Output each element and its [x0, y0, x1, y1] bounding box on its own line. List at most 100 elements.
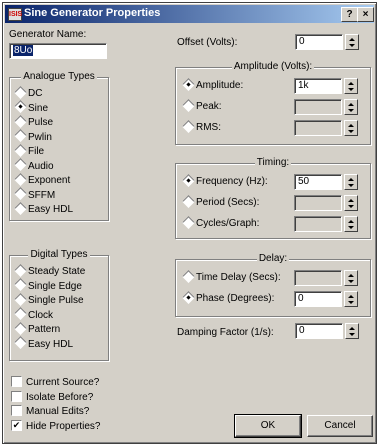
radio-label: Sine — [28, 102, 49, 114]
radio-indicator — [14, 307, 27, 321]
analogue-radio-file[interactable]: File — [14, 143, 45, 158]
amplitude-input-peak[interactable] — [294, 99, 342, 115]
radio-indicator — [14, 278, 27, 292]
amplitude-group: Amplitude (Volts): Amplitude: 1k Peak: RMS: — [175, 61, 371, 145]
timing-input-cycles-graph[interactable] — [294, 216, 342, 232]
amplitude-input-amplitude[interactable]: 1k — [294, 78, 342, 94]
timing-input-frequency-hz[interactable]: 50 — [294, 174, 342, 190]
option-checkbox-isolate-before[interactable]: Isolate Before? — [11, 390, 94, 404]
delay-input-time-delay-secs[interactable] — [294, 270, 342, 286]
amplitude-group-title: Amplitude (Volts): — [231, 61, 315, 72]
damping-label: Damping Factor (1/s): — [177, 327, 274, 338]
timing-radio-cycles-graph[interactable]: Cycles/Graph: — [182, 215, 259, 230]
help-button[interactable]: ? — [341, 7, 358, 22]
digital-types-group: Digital Types Steady State Single Edge Sin… — [9, 249, 109, 361]
amplitude-radio-rms[interactable]: RMS: — [182, 119, 221, 134]
radio-label: Audio — [28, 160, 54, 172]
generator-name-input[interactable]: 8Uo — [9, 43, 107, 59]
radio-indicator — [14, 100, 27, 114]
damping-input[interactable]: 0 — [295, 323, 343, 339]
checkbox-box — [11, 376, 22, 387]
radio-label: RMS: — [196, 122, 221, 133]
cancel-button[interactable]: Cancel — [307, 415, 373, 437]
option-checkbox-manual-edits[interactable]: Manual Edits? — [11, 405, 90, 418]
radio-label: DC — [28, 88, 43, 99]
digital-types-title: Digital Types — [28, 249, 90, 260]
analogue-radio-dc[interactable]: DC — [14, 85, 43, 100]
digital-radio-single-edge[interactable]: Single Edge — [14, 278, 82, 293]
radio-label: File — [28, 146, 45, 157]
analogue-radio-pulse[interactable]: Pulse — [14, 114, 53, 129]
radio-indicator — [182, 290, 195, 304]
option-checkbox-hide-properties[interactable]: ✔ Hide Properties? — [11, 419, 100, 433]
timing-spin-button-period-secs[interactable] — [344, 195, 358, 211]
radio-indicator — [14, 129, 27, 143]
digital-radio-easy-hdl[interactable]: Easy HDL — [14, 336, 73, 351]
timing-radio-frequency-hz[interactable]: Frequency (Hz): — [182, 173, 268, 188]
digital-radio-pattern[interactable]: Pattern — [14, 321, 61, 336]
analogue-radio-sffm[interactable]: SFFM — [14, 187, 55, 202]
offset-spin-button[interactable] — [345, 34, 359, 50]
delay-group-title: Delay: — [256, 253, 290, 264]
checkbox-label: Current Source? — [26, 377, 100, 389]
radio-label: Pattern — [28, 324, 61, 335]
radio-indicator — [182, 98, 195, 112]
close-button[interactable]: × — [357, 7, 374, 22]
delay-spin-button-phase-degrees[interactable] — [344, 291, 358, 307]
radio-label: Time Delay (Secs): — [196, 272, 281, 283]
radio-indicator — [14, 158, 27, 172]
checkbox-box — [11, 405, 22, 416]
radio-label: Exponent — [28, 175, 71, 186]
analogue-types-title: Analogue Types — [21, 71, 97, 82]
radio-indicator — [182, 269, 195, 283]
delay-spin-button-time-delay-secs[interactable] — [344, 270, 358, 286]
radio-label: Period (Secs): — [196, 197, 260, 208]
checkbox-label: Manual Edits? — [26, 406, 90, 418]
damping-spin-button[interactable] — [345, 323, 359, 339]
analogue-radio-pwlin[interactable]: Pwlin — [14, 129, 52, 144]
radio-indicator — [182, 77, 195, 91]
ok-button[interactable]: OK — [234, 414, 302, 438]
delay-input-phase-degrees[interactable]: 0 — [294, 291, 342, 307]
checkbox-box: ✔ — [11, 419, 22, 431]
title-bar[interactable]: ISIS Sine Generator Properties ? × — [5, 5, 374, 23]
radio-indicator — [14, 143, 27, 157]
analogue-radio-easy-hdl[interactable]: Easy HDL — [14, 201, 73, 216]
amplitude-input-rms[interactable] — [294, 120, 342, 136]
amplitude-spin-button-amplitude[interactable] — [344, 78, 358, 94]
amplitude-radio-peak[interactable]: Peak: — [182, 98, 222, 113]
analogue-radio-audio[interactable]: Audio — [14, 158, 54, 173]
timing-input-period-secs[interactable] — [294, 195, 342, 211]
app-icon: ISIS — [8, 8, 22, 21]
analogue-radio-sine[interactable]: Sine — [14, 100, 49, 115]
radio-label: Phase (Degrees): — [196, 293, 275, 304]
digital-radio-clock[interactable]: Clock — [14, 307, 53, 322]
timing-group-title: Timing: — [254, 157, 292, 168]
radio-label: Single Pulse — [28, 295, 84, 306]
option-checkbox-current-source[interactable]: Current Source? — [11, 376, 100, 389]
delay-radio-phase-degrees[interactable]: Phase (Degrees): — [182, 290, 275, 305]
radio-indicator — [14, 292, 27, 306]
checkbox-label: Isolate Before? — [26, 391, 94, 403]
delay-radio-time-delay-secs[interactable]: Time Delay (Secs): — [182, 269, 281, 284]
radio-indicator — [14, 321, 27, 335]
digital-radio-single-pulse[interactable]: Single Pulse — [14, 292, 84, 307]
amplitude-spin-button-peak[interactable] — [344, 99, 358, 115]
timing-radio-period-secs[interactable]: Period (Secs): — [182, 194, 260, 209]
radio-label: Frequency (Hz): — [196, 176, 268, 187]
analogue-radio-exponent[interactable]: Exponent — [14, 172, 71, 187]
timing-spin-button-frequency-hz[interactable] — [344, 174, 358, 190]
radio-indicator — [182, 215, 195, 229]
radio-label: Peak: — [196, 101, 222, 112]
radio-indicator — [14, 85, 27, 99]
timing-spin-button-cycles-graph[interactable] — [344, 216, 358, 232]
properties-dialog: ISIS Sine Generator Properties ? × Gener… — [2, 2, 377, 444]
digital-radio-steady-state[interactable]: Steady State — [14, 263, 86, 278]
offset-input[interactable]: 0 — [295, 34, 343, 50]
radio-indicator — [182, 173, 195, 187]
radio-indicator — [14, 187, 27, 201]
amplitude-spin-button-rms[interactable] — [344, 120, 358, 136]
amplitude-radio-amplitude[interactable]: Amplitude: — [182, 77, 243, 92]
radio-label: Steady State — [28, 266, 86, 277]
radio-indicator — [14, 201, 27, 215]
